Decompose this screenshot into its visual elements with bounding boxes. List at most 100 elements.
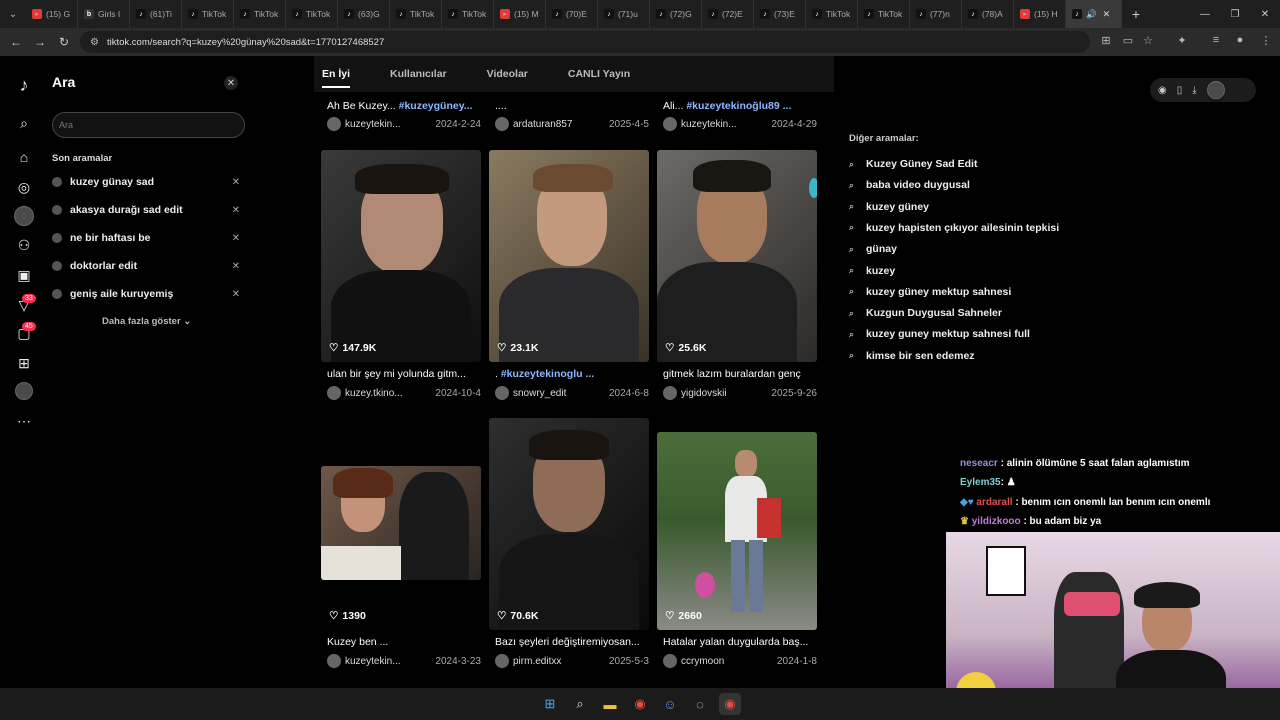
other-search-item[interactable]: ⌕ kuzey hapisten çıkıyor ailesinin tepkis… — [849, 220, 1059, 236]
coin-icon[interactable]: ◉ — [1158, 85, 1167, 96]
other-search-item[interactable]: ⌕ baba video duygusal — [849, 177, 970, 193]
video-card[interactable]: ♡ 23.1K . #kuzeytekinoglu ... snowry_edit… — [489, 150, 649, 402]
following-avatar[interactable] — [14, 206, 34, 226]
more-dots-icon[interactable]: ⋯ — [13, 410, 35, 432]
video-card[interactable]: ♡ 147.9K ulan bir şey mi yolunda gitm... … — [321, 150, 481, 402]
browser-tab[interactable]: ♪ (63)G — [338, 0, 390, 28]
tiktok-logo-icon[interactable]: ♪ — [13, 74, 35, 96]
video-card[interactable]: .... ardaturan857 2025-4-5 — [489, 92, 649, 134]
reload-icon[interactable]: ↻ — [52, 35, 76, 49]
menu-dots-icon[interactable]: ⋮ — [1258, 34, 1274, 47]
avatar[interactable] — [495, 654, 509, 668]
video-card[interactable]: Ali... #kuzeytekinoğlu89 ... kuzeytekin.… — [657, 92, 817, 134]
profile-avatar[interactable] — [15, 382, 33, 400]
tab-videos[interactable]: Videolar — [487, 68, 528, 80]
other-search-item[interactable]: ⌕ günay — [849, 241, 897, 257]
download-icon[interactable]: ⤓ — [1192, 85, 1196, 96]
browser-tab[interactable]: ▸ (15) G — [26, 0, 78, 28]
close-tab-icon[interactable]: ✕ — [1103, 9, 1111, 20]
recent-search-item[interactable]: ne bir haftası be ✕ — [52, 228, 240, 248]
user-avatar[interactable] — [1206, 81, 1225, 99]
browser-tab[interactable]: ♪ (61)Ti — [130, 0, 182, 28]
avatar[interactable] — [663, 117, 677, 131]
other-search-item[interactable]: ⌕ kuzey güney — [849, 199, 929, 215]
browser-tab[interactable]: ♪ TikTok — [390, 0, 442, 28]
bookmark-star-icon[interactable]: ☆ — [1140, 34, 1156, 47]
other-search-item[interactable]: ⌕ kuzey guney mektup sahnesi full — [849, 326, 1030, 342]
tab-top[interactable]: En İyi — [322, 60, 351, 88]
recent-search-item[interactable]: akasya durağı sad edit ✕ — [52, 200, 240, 220]
browser-tab[interactable]: ▸ (15) H — [1014, 0, 1066, 28]
video-thumbnail[interactable] — [489, 150, 649, 362]
video-thumbnail[interactable] — [657, 150, 817, 362]
close-icon[interactable]: ✕ — [224, 76, 238, 90]
browser-tab[interactable]: ♪ (72)G — [650, 0, 702, 28]
search-icon[interactable]: ⌕ — [13, 112, 35, 134]
chrome-active-icon[interactable]: ◉ — [719, 693, 741, 715]
browser-tab[interactable]: ♪ TikTok — [442, 0, 494, 28]
remove-icon[interactable]: ✕ — [232, 177, 240, 188]
minimize-icon[interactable]: — — [1190, 0, 1220, 28]
browser-tab[interactable]: ♪ (70)E — [546, 0, 598, 28]
other-search-item[interactable]: ⌕ Kuzey Güney Sad Edit — [849, 156, 977, 172]
avatar[interactable] — [663, 386, 677, 400]
browser-tab[interactable]: b Girls I — [78, 0, 130, 28]
show-more-button[interactable]: Daha fazla göster ⌄ — [102, 316, 191, 327]
file-explorer-icon[interactable]: ▬ — [599, 693, 621, 715]
search-input[interactable] — [52, 112, 245, 138]
other-search-item[interactable]: ⌕ kuzey — [849, 263, 895, 279]
forward-icon[interactable]: → — [28, 35, 52, 49]
tab-search-icon[interactable]: ⌄ — [0, 0, 26, 28]
remove-icon[interactable]: ✕ — [232, 289, 240, 300]
explore-icon[interactable]: ◎ — [13, 176, 35, 198]
browser-tab[interactable]: ♪ (73)E — [754, 0, 806, 28]
obs-icon[interactable]: ◌ — [689, 693, 711, 715]
video-card[interactable]: ♡ 25.6K gitmek lazım buralardan genç yigi… — [657, 150, 817, 402]
browser-tab[interactable]: ♪ TikTok — [182, 0, 234, 28]
recent-search-item[interactable]: doktorlar edit ✕ — [52, 256, 240, 276]
browser-tab[interactable]: ♪ (77)n — [910, 0, 962, 28]
video-thumbnail[interactable] — [321, 466, 481, 580]
tab-users[interactable]: Kullanıcılar — [390, 68, 447, 80]
restore-icon[interactable]: ❐ — [1220, 0, 1250, 28]
translate-icon[interactable]: ⊞ — [1098, 34, 1114, 47]
avatar[interactable] — [327, 654, 341, 668]
search-taskbar-icon[interactable]: ⌕ — [569, 693, 591, 715]
remove-icon[interactable]: ✕ — [232, 205, 240, 216]
close-window-icon[interactable]: ✕ — [1250, 0, 1280, 28]
browser-tab[interactable]: ♪ (78)A — [962, 0, 1014, 28]
video-card[interactable]: Ah Be Kuzey... #kuzeygüney... kuzeytekin… — [321, 92, 481, 134]
other-search-item[interactable]: ⌕ kuzey güney mektup sahnesi — [849, 284, 1011, 300]
video-thumbnail[interactable] — [657, 432, 817, 630]
browser-tab[interactable]: ▸ (15) M — [494, 0, 546, 28]
video-card[interactable]: ♡ 1390 Kuzey ben ... kuzeytekin... 2024-3-… — [321, 418, 481, 670]
browser-tab[interactable]: ♪ TikTok — [806, 0, 858, 28]
chrome-icon[interactable]: ◉ — [629, 693, 651, 715]
live-icon[interactable]: ▣ — [13, 264, 35, 286]
avatar[interactable] — [663, 654, 677, 668]
media-icon[interactable]: ≡ — [1208, 34, 1224, 46]
site-info-icon[interactable]: ⚙ — [90, 37, 99, 48]
browser-tab[interactable]: ♪ (72)E — [702, 0, 754, 28]
browser-tab[interactable]: ♪ TikTok — [286, 0, 338, 28]
cast-icon[interactable]: ▭ — [1120, 34, 1136, 47]
windows-start-icon[interactable]: ⊞ — [539, 693, 561, 715]
upload-icon[interactable]: ⊞ — [13, 352, 35, 374]
video-card[interactable]: ♡ 70.6K Bazı şeyleri değiştiremiyosan... … — [489, 418, 649, 670]
avatar[interactable] — [495, 386, 509, 400]
recent-search-item[interactable]: kuzey günay sad ✕ — [52, 172, 240, 192]
profile-icon[interactable]: ● — [1232, 34, 1248, 46]
browser-tab[interactable]: ♪ TikTok — [234, 0, 286, 28]
back-icon[interactable]: ← — [4, 35, 28, 49]
other-search-item[interactable]: ⌕ Kuzgun Duygusal Sahneler — [849, 305, 1002, 321]
avatar[interactable] — [495, 117, 509, 131]
remove-icon[interactable]: ✕ — [232, 233, 240, 244]
home-icon[interactable]: ⌂ — [13, 146, 35, 168]
browser-tab[interactable]: ♪ (71)u — [598, 0, 650, 28]
extensions-icon[interactable]: ✦ — [1174, 34, 1190, 47]
video-thumbnail[interactable] — [321, 150, 481, 362]
url-field[interactable]: ⚙ tiktok.com/search?q=kuzey%20günay%20sa… — [80, 31, 1090, 53]
video-card[interactable]: ♡ 2660 Hatalar yalan duygularda baş... cc… — [657, 418, 817, 670]
other-search-item[interactable]: ⌕ kimse bir sen edemez — [849, 348, 975, 364]
recent-search-item[interactable]: geniş aile kuruyemiş ✕ — [52, 284, 240, 304]
